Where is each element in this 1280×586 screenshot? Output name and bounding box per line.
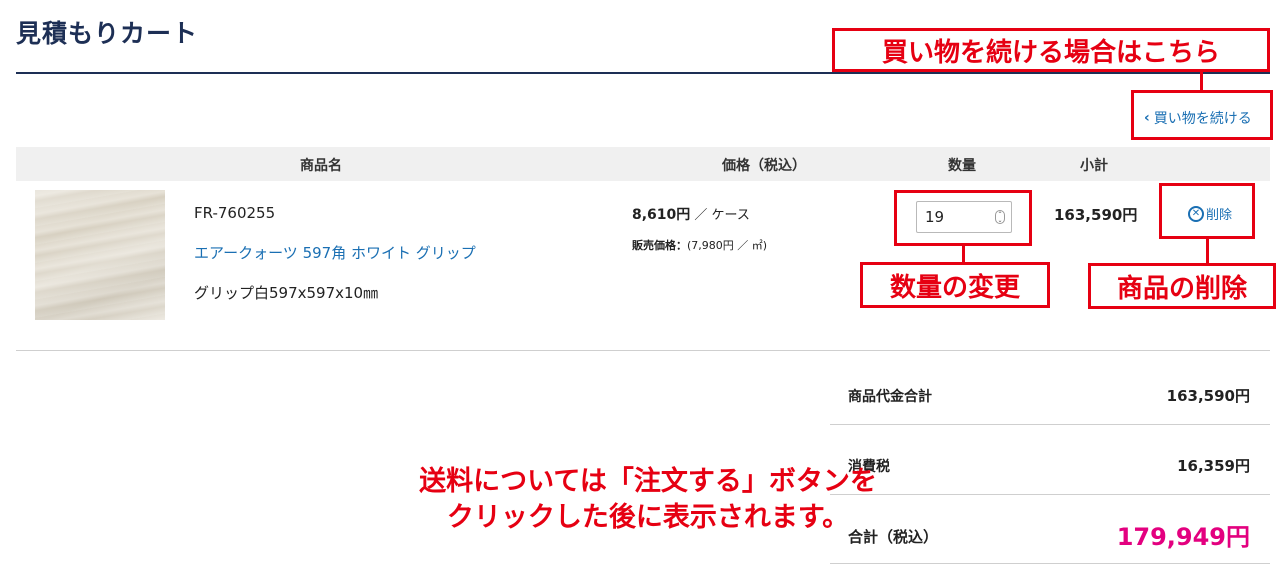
goods-total-value: 163,590円 [1166,387,1250,405]
sale-price-label: 販売価格： [632,239,687,252]
annotation-connector [1200,72,1203,92]
product-sku: FR-760255 [194,204,276,222]
sale-price-value: (7,980円 ／ ㎡) [687,239,768,252]
sale-price: 販売価格：(7,980円 ／ ㎡) [632,237,767,253]
product-price: 8,610円 ／ ケース [632,204,750,224]
page-title: 見積もりカート [16,19,199,48]
price-value: 8,610円 [632,207,691,223]
annotation-shipping-line2: クリックした後に表示されます。 [446,502,850,533]
header-product: 商品名 [300,158,342,174]
product-description: グリップ白597x597x10㎜ [194,284,379,302]
goods-total-label: 商品代金合計 [848,389,932,405]
summary-divider [830,424,1270,425]
header-subtotal: 小計 [1080,158,1108,174]
total-value: 179,949円 [1116,523,1250,551]
annotation-continue: 買い物を続ける場合はこちら [832,28,1270,72]
header-price: 価格（税込） [722,158,806,174]
header-quantity: 数量 [948,158,976,174]
row-subtotal: 163,590円 [1054,206,1138,224]
product-image[interactable] [35,190,165,320]
title-divider [16,72,1270,74]
annotation-connector [962,246,965,262]
annotation-connector [1206,239,1209,263]
row-divider [16,350,1270,351]
annotation-highlight-continue [1131,90,1273,140]
summary-divider [830,563,1270,564]
product-name-link[interactable]: エアークォーツ 597角 ホワイト グリップ [194,242,476,263]
annotation-quantity: 数量の変更 [860,262,1050,308]
annotation-highlight-quantity [894,190,1032,246]
annotation-delete: 商品の削除 [1088,263,1276,309]
price-unit: ／ ケース [690,208,750,223]
annotation-highlight-delete [1159,183,1255,239]
annotation-shipping-line1: 送料については「注文する」ボタンを [419,466,877,497]
tax-value: 16,359円 [1177,457,1250,475]
